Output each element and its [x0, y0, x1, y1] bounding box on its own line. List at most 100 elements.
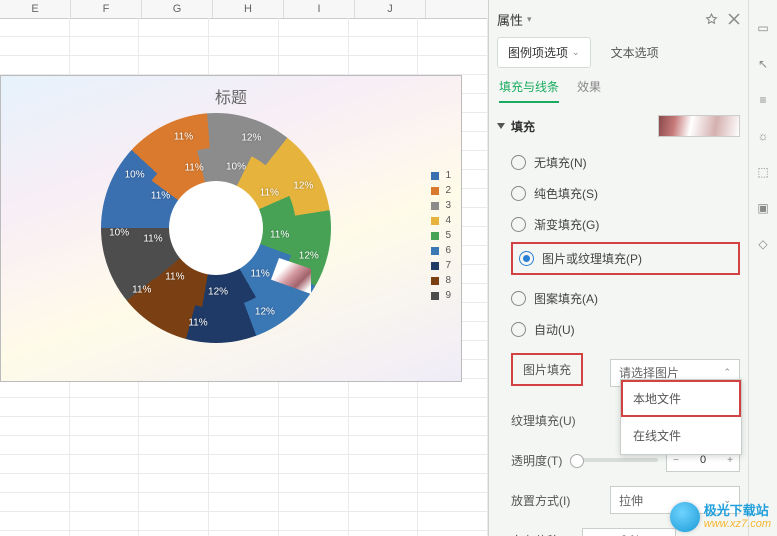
tab-legend-options[interactable]: 图例项选项 ⌄	[497, 37, 591, 68]
legend-label: 6	[445, 245, 451, 256]
value-text: 0	[700, 454, 706, 466]
subtab-fill-line[interactable]: 填充与线条	[499, 78, 559, 103]
donut-label: 10%	[125, 170, 145, 181]
legend-label: 2	[445, 185, 451, 196]
tab-label: 图例项选项	[508, 44, 568, 61]
rail-icon[interactable]: ⬚	[755, 164, 771, 180]
donut-label: 11%	[270, 230, 289, 241]
panel-title[interactable]: 属性 ▾	[497, 10, 532, 29]
fill-preview[interactable]	[658, 115, 740, 137]
chart-container[interactable]: 标题 12%12%12%12%11%11%10%10%11%10%11%11%1…	[0, 75, 462, 382]
close-icon[interactable]	[728, 13, 740, 26]
fill-options: 无填充(N) 纯色填充(S) 渐变填充(G) 图片或纹理填充(P)	[497, 147, 740, 345]
legend-label: 9	[445, 290, 451, 301]
legend-swatch	[431, 172, 439, 180]
radio-label: 纯色填充(S)	[534, 185, 598, 202]
placement-label: 放置方式(I)	[511, 492, 570, 509]
panel-main: 属性 ▾ 图例项选项 ⌄ 文本选项	[489, 0, 748, 536]
radio-icon	[511, 322, 526, 337]
subtab-effects[interactable]: 效果	[577, 78, 601, 103]
radio-icon	[511, 291, 526, 306]
donut-label: 12%	[299, 251, 319, 262]
radio-solid-fill[interactable]: 纯色填充(S)	[511, 178, 740, 209]
rail-icon[interactable]: ▭	[755, 20, 771, 36]
radio-auto-fill[interactable]: 自动(U)	[511, 314, 740, 345]
slider-thumb[interactable]	[570, 454, 584, 468]
tab-text-options[interactable]: 文本选项	[601, 37, 669, 68]
col-header[interactable]: G	[142, 0, 213, 18]
rail-icon[interactable]: ☼	[755, 128, 771, 144]
radio-pattern-fill[interactable]: 图案填充(A)	[511, 283, 740, 314]
chevron-down-icon: ⌄	[572, 47, 580, 58]
column-headers: E F G H I J	[0, 0, 488, 19]
donut-label: 12%	[255, 306, 275, 317]
col-header[interactable]: E	[0, 0, 71, 18]
legend-swatch	[431, 262, 439, 270]
dropdown-local-file[interactable]: 本地文件	[621, 380, 741, 417]
donut-label: 11%	[143, 234, 162, 245]
legend-item[interactable]: 7	[431, 260, 451, 271]
legend-item[interactable]: 1	[431, 170, 451, 181]
offset-left-value[interactable]: − -2 % +	[582, 528, 676, 536]
donut-label: 12%	[241, 132, 261, 143]
legend-label: 1	[445, 170, 451, 181]
donut-label: 11%	[188, 318, 207, 329]
legend-label: 3	[445, 200, 451, 211]
legend-item[interactable]: 8	[431, 275, 451, 286]
section-title-label: 填充	[511, 118, 535, 135]
legend-item[interactable]: 2	[431, 185, 451, 196]
legend-item[interactable]: 4	[431, 215, 451, 226]
col-header[interactable]: F	[71, 0, 142, 18]
plus-icon[interactable]: +	[725, 455, 735, 466]
radio-label: 无填充(N)	[534, 154, 587, 171]
col-header[interactable]: H	[213, 0, 284, 18]
legend-item[interactable]: 5	[431, 230, 451, 241]
legend-swatch	[431, 217, 439, 225]
legend-swatch	[431, 247, 439, 255]
radio-no-fill[interactable]: 无填充(N)	[511, 147, 740, 178]
radio-gradient-fill[interactable]: 渐变填充(G)	[511, 209, 740, 240]
donut-label: 12%	[208, 286, 228, 297]
settings-icon[interactable]: ≡	[755, 92, 771, 108]
app-root: E F G H I J 标题 12%12%12%12%11%11%10%10%1…	[0, 0, 777, 536]
texture-fill-label: 纹理填充(U)	[511, 412, 576, 429]
triangle-down-icon	[497, 123, 505, 129]
donut-chart[interactable]: 12% 12% 12% 12% 11% 11% 10% 10% 11% 10% 11% 11% 11% 1…	[101, 113, 331, 343]
donut-label: 11%	[251, 269, 270, 280]
legend-swatch	[431, 232, 439, 240]
radio-icon-checked	[519, 251, 534, 266]
donut-label: 11%	[165, 272, 184, 283]
rail-icon[interactable]: ▣	[755, 200, 771, 216]
transparency-slider[interactable]	[570, 458, 658, 462]
col-header[interactable]: J	[355, 0, 426, 18]
pin-icon[interactable]	[705, 13, 718, 26]
select-value: 拉伸	[619, 492, 643, 509]
highlighted-option: 图片或纹理填充(P)	[511, 242, 740, 275]
donut-label: 10%	[226, 162, 246, 173]
dropdown-online-file[interactable]: 在线文件	[621, 417, 741, 454]
chart-legend: 1 2 3 4 5 6 7 8 9	[431, 170, 451, 305]
col-header[interactable]: I	[284, 0, 355, 18]
placement-select[interactable]: 拉伸 ⌄	[610, 486, 740, 514]
radio-icon	[511, 186, 526, 201]
radio-icon	[511, 155, 526, 170]
legend-swatch	[431, 202, 439, 210]
rail-icon[interactable]: ◇	[755, 236, 771, 252]
minus-icon[interactable]: −	[671, 455, 681, 466]
donut-label: 11%	[260, 187, 279, 198]
legend-item[interactable]: 9	[431, 290, 451, 301]
cursor-icon[interactable]: ↖	[755, 56, 771, 72]
radio-label: 图案填充(A)	[534, 290, 598, 307]
donut-label: 11%	[151, 191, 170, 202]
legend-item[interactable]: 6	[431, 245, 451, 256]
donut-label: 10%	[109, 227, 129, 238]
legend-label: 7	[445, 260, 451, 271]
legend-swatch	[431, 187, 439, 195]
transparency-label: 透明度(T)	[511, 452, 562, 469]
section-fill-header[interactable]: 填充	[497, 118, 535, 135]
donut-label: 11%	[174, 131, 193, 142]
legend-item[interactable]: 3	[431, 200, 451, 211]
radio-picture-fill[interactable]: 图片或纹理填充(P)	[519, 248, 732, 269]
chart-title[interactable]: 标题	[1, 84, 461, 108]
radio-icon	[511, 217, 526, 232]
